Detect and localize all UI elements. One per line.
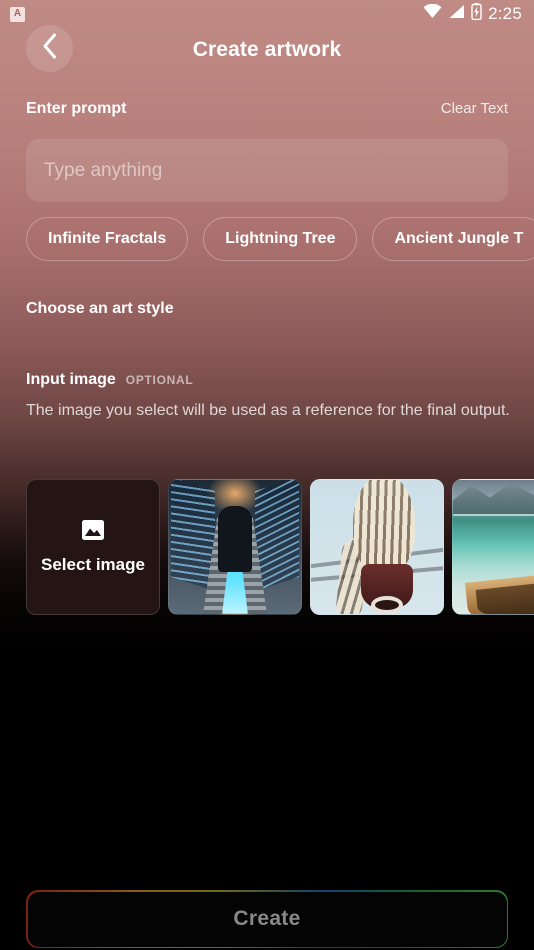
- battery-charging-icon: [471, 3, 482, 25]
- input-image-description: The image you select will be used as a r…: [26, 402, 510, 419]
- chip-label: Lightning Tree: [225, 230, 336, 247]
- mountain-range: [453, 482, 534, 514]
- boat-on-alpine-lake-photo[interactable]: [452, 479, 534, 615]
- input-image-header: Input image OPTIONAL: [26, 371, 193, 389]
- suggestion-chip-infinite-fractals[interactable]: Infinite Fractals: [26, 217, 189, 261]
- create-button[interactable]: Create: [26, 890, 508, 948]
- chevron-left-icon: [42, 33, 58, 64]
- escalator-hooded-figure-photo[interactable]: [168, 479, 302, 615]
- create-button-label: Create: [27, 891, 507, 947]
- owl-on-power-line-photo[interactable]: [310, 479, 444, 615]
- prompt-label: Enter prompt: [26, 100, 127, 117]
- select-image-label: Select image: [41, 554, 145, 574]
- owl-body: [353, 480, 415, 574]
- art-style-label: Choose an art style: [26, 300, 174, 317]
- cellular-signal-icon: [448, 4, 465, 24]
- prompt-suggestion-chips: Infinite Fractals Lightning Tree Ancient…: [26, 217, 534, 261]
- hooded-figure: [218, 506, 252, 572]
- app-bar: Create artwork: [0, 24, 534, 76]
- chip-label: Ancient Jungle T: [394, 230, 524, 247]
- optional-badge: OPTIONAL: [125, 373, 194, 387]
- escalator-rail-right: [255, 480, 299, 592]
- status-bar-clock: 2:25: [488, 4, 522, 23]
- insulator-ring: [371, 596, 403, 614]
- prompt-input-placeholder: Type anything: [44, 159, 163, 181]
- select-image-card[interactable]: Select image: [26, 479, 160, 615]
- input-image-thumbnail-row: Select image: [26, 479, 534, 615]
- suggestion-chip-ancient-jungle[interactable]: Ancient Jungle T: [372, 217, 534, 261]
- clear-text-button[interactable]: Clear Text: [441, 100, 508, 117]
- escalator-rail-left: [171, 480, 215, 592]
- input-image-label: Input image: [26, 371, 116, 388]
- page-title: Create artwork: [192, 38, 342, 61]
- chip-label: Infinite Fractals: [48, 230, 167, 247]
- back-button[interactable]: [26, 25, 73, 72]
- app-letter-a-icon: A: [10, 6, 25, 22]
- prompt-input[interactable]: Type anything: [26, 139, 508, 202]
- prompt-header-row: Enter prompt Clear Text: [26, 100, 508, 118]
- app-screen: A 2:25 Create artwork Enter prompt Clear…: [0, 0, 534, 950]
- status-bar-left: A: [10, 6, 25, 22]
- lake-horizon-line: [453, 514, 534, 516]
- notification-letter: A: [13, 8, 22, 19]
- status-bar-right: 2:25: [423, 3, 522, 25]
- suggestion-chip-lightning-tree[interactable]: Lightning Tree: [203, 217, 358, 261]
- image-picture-icon: [82, 519, 104, 545]
- wifi-icon: [423, 3, 442, 24]
